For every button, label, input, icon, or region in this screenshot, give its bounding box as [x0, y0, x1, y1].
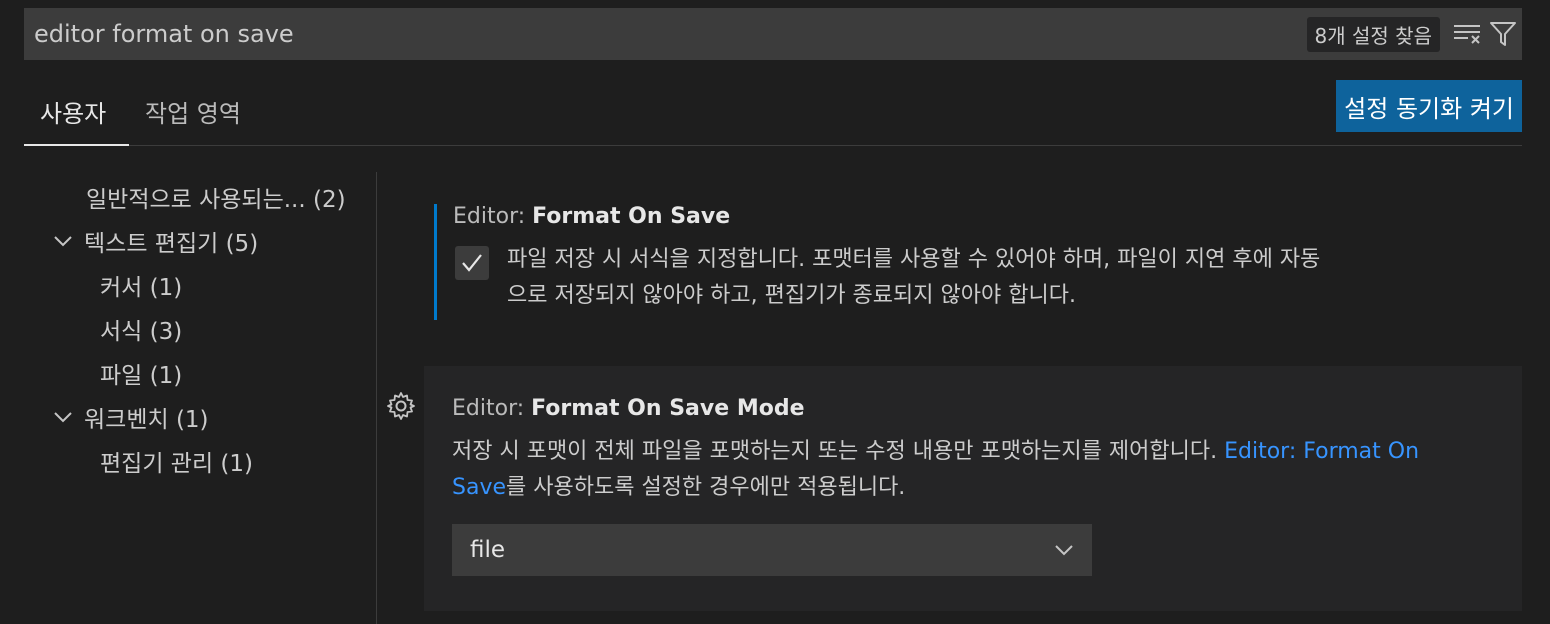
result-count-badge: 8개 설정 찾음	[1306, 16, 1440, 52]
toc-item-workbench[interactable]: 워크벤치 (1)	[52, 400, 209, 434]
chevron-down-icon[interactable]	[52, 230, 74, 252]
tab-user[interactable]: 사용자	[40, 94, 106, 129]
setting-description: 저장 시 포맷이 전체 파일을 포맷하는지 또는 수정 내용만 포맷하는지를 제…	[452, 434, 1462, 506]
toc-item-label: 텍스트 편집기 (5)	[84, 231, 259, 257]
toc-item-cursor[interactable]: 커서 (1)	[100, 268, 182, 302]
setting-title: Editor: Format On Save	[453, 204, 730, 229]
toc-item-editor-management[interactable]: 편집기 관리 (1)	[100, 444, 253, 478]
setting-category: Editor:	[452, 396, 532, 421]
setting-name: Format On Save Mode	[531, 396, 805, 421]
setting-title: Editor: Format On Save Mode	[452, 396, 805, 421]
setting-description: 파일 저장 시 서식을 지정합니다. 포맷터를 사용할 수 있어야 하며, 파일…	[507, 242, 1507, 314]
setting-category: Editor:	[453, 204, 533, 229]
toc-item-label: 일반적으로 사용되는... (2)	[86, 187, 346, 213]
description-line: 으로 저장되지 않아야 하고, 편집기가 종료되지 않아야 합니다.	[507, 283, 1076, 308]
description-text: 를 사용하도록 설정한 경우에만 적용됩니다.	[506, 475, 906, 500]
toc-item-label: 커서 (1)	[100, 275, 183, 301]
toc-item-label: 편집기 관리 (1)	[100, 451, 254, 477]
toc-item-files[interactable]: 파일 (1)	[100, 356, 182, 390]
settings-scope-tabs: 사용자 작업 영역 설정 동기화 켜기	[24, 80, 1522, 146]
description-line: 파일 저장 시 서식을 지정합니다. 포맷터를 사용할 수 있어야 하며, 파일…	[507, 247, 1321, 272]
sync-settings-button[interactable]: 설정 동기화 켜기	[1336, 80, 1522, 132]
description-text: 저장 시 포맷이 전체 파일을 포맷하는지 또는 수정 내용만 포맷하는지를 제…	[452, 439, 1225, 464]
settings-search-input[interactable]	[24, 8, 1307, 60]
setting-link-part[interactable]: Editor:	[1224, 439, 1296, 464]
toc-item-label: 워크벤치 (1)	[84, 407, 209, 433]
toc-item-text-editor[interactable]: 텍스트 편집기 (5)	[52, 224, 258, 258]
select-value: file	[470, 537, 506, 563]
toc-item-commonly-used[interactable]: 일반적으로 사용되는... (2)	[86, 180, 346, 214]
chevron-down-icon	[1055, 545, 1073, 556]
checkmark-icon	[462, 254, 482, 272]
settings-search-bar[interactable]: 8개 설정 찾음	[24, 8, 1522, 60]
clear-filter-icon[interactable]	[1450, 17, 1484, 51]
toc-item-label: 파일 (1)	[100, 363, 183, 389]
settings-toc: 일반적으로 사용되는... (2) 텍스트 편집기 (5) 커서 (1) 서식 …	[24, 172, 377, 624]
gear-icon[interactable]	[386, 391, 416, 421]
setting-format-on-save: Editor: Format On Save 파일 저장 시 서식을 지정합니다…	[434, 204, 1504, 320]
format-on-save-checkbox[interactable]	[455, 246, 489, 280]
active-tab-indicator	[24, 144, 129, 146]
chevron-down-icon[interactable]	[52, 406, 74, 428]
setting-format-on-save-mode: Editor: Format On Save Mode 저장 시 포맷이 전체 …	[424, 366, 1522, 611]
toc-item-label: 서식 (3)	[100, 319, 183, 345]
filter-icon[interactable]	[1486, 17, 1520, 51]
toc-item-formatting[interactable]: 서식 (3)	[100, 312, 182, 346]
setting-name: Format On Save	[532, 204, 731, 229]
tab-workspace[interactable]: 작업 영역	[145, 94, 241, 129]
format-on-save-mode-select[interactable]: file	[452, 524, 1092, 576]
